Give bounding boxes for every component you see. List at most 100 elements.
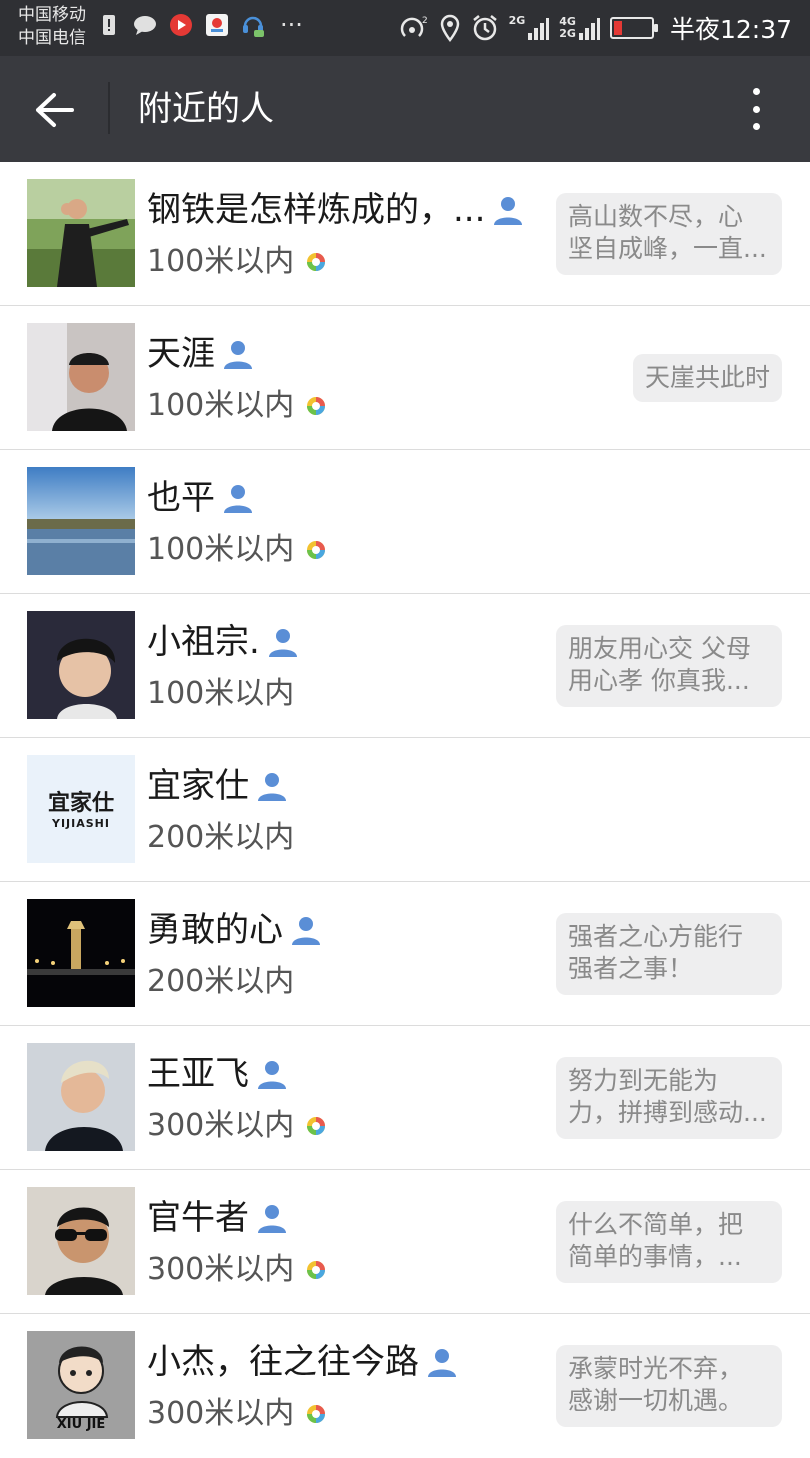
signature-line: 承蒙时光不弃， — [568, 1354, 744, 1383]
person-name: 王亚飞 — [147, 1054, 249, 1094]
distance: 300米以内 — [147, 1252, 295, 1287]
avatar — [27, 467, 135, 575]
moments-icon — [307, 397, 326, 415]
signature-line: 朋友用心交 父母 — [568, 634, 751, 663]
clock: 半夜12:37 — [669, 15, 792, 44]
avatar-caption: XIU JIE — [56, 1417, 106, 1432]
avatar: 宜家仕 YIJIASHI — [27, 755, 135, 863]
signature-line: 什么不简单，把 — [568, 1210, 744, 1239]
name-row: 勇敢的心 — [147, 908, 323, 952]
app-bar: 附近的人 — [0, 56, 810, 162]
moments-icon — [307, 1405, 326, 1423]
user-icon — [494, 197, 523, 225]
signature-bubble: 强者之心方能行 强者之事！ — [556, 913, 782, 995]
carrier-labels: 中国移动 中国电信 — [18, 4, 86, 50]
page-title: 附近的人 — [138, 89, 274, 129]
signature-bubble: 努力到无能为 力，拼搏到感动... — [556, 1057, 782, 1139]
dot-icon — [752, 123, 760, 130]
distance-row: 100米以内 — [147, 674, 294, 714]
map-app-icon — [206, 14, 228, 36]
signature-line: 天崖共此时 — [644, 363, 770, 392]
svg-text:2: 2 — [422, 16, 428, 26]
list-item[interactable]: 宜家仕 YIJIASHI 宜家仕 200米以内 — [0, 738, 810, 882]
list-item[interactable]: 王亚飞 300米以内 努力到无能为 力，拼搏到感动... — [0, 1026, 810, 1170]
status-bar: 中国移动 中国电信 ··· 2 2G 4G 2G 半夜12:37 — [0, 0, 810, 56]
dot-icon — [752, 88, 760, 95]
battery-icon — [609, 17, 658, 39]
location-icon — [440, 14, 459, 42]
name-row: 也平 — [147, 476, 255, 520]
logo-subtext: YIJIASHI — [52, 817, 110, 830]
avatar — [27, 179, 135, 287]
moments-icon — [307, 1261, 326, 1279]
network-label-3: 2G — [559, 27, 576, 40]
user-icon — [258, 1061, 286, 1089]
list-item[interactable]: 钢铁是怎样炼成的，... 100米以内 高山数不尽，心 坚自成峰，一直... — [0, 162, 810, 306]
distance-row: 100米以内 — [147, 530, 326, 570]
signature-line: 用心孝 你真我... — [568, 666, 750, 695]
distance: 100米以内 — [147, 244, 295, 279]
user-icon — [258, 1205, 286, 1233]
name-row: 宜家仕 — [147, 764, 289, 808]
hotspot-icon: 2 — [400, 16, 428, 37]
moments-icon — [307, 253, 326, 271]
person-name: 钢铁是怎样炼成的，... — [147, 190, 486, 230]
name-row: 官牛者 — [147, 1196, 289, 1240]
signature-bubble: 承蒙时光不弃， 感谢一切机遇。 — [556, 1345, 782, 1427]
network-label-1: 2G — [508, 14, 526, 27]
list-item[interactable]: 也平 100米以内 — [0, 450, 810, 594]
alert-icon — [103, 15, 115, 35]
distance: 300米以内 — [147, 1396, 295, 1431]
signature-line: 简单的事情，... — [568, 1242, 742, 1271]
user-icon — [428, 1349, 456, 1377]
signature-bubble: 什么不简单，把 简单的事情，... — [556, 1201, 782, 1283]
list-item[interactable]: 小祖宗. 100米以内 朋友用心交 父母 用心孝 你真我... — [0, 594, 810, 738]
headset-icon — [243, 16, 264, 37]
name-row: 小祖宗. — [147, 620, 300, 664]
avatar — [27, 611, 135, 719]
distance-row: 200米以内 — [147, 962, 294, 1002]
list-item[interactable]: 勇敢的心 200米以内 强者之心方能行 强者之事！ — [0, 882, 810, 1026]
distance: 300米以内 — [147, 1108, 295, 1143]
arrow-left-icon — [36, 93, 74, 127]
back-button[interactable] — [22, 82, 86, 138]
signature-line: 力，拼搏到感动... — [568, 1098, 767, 1127]
distance-row: 200米以内 — [147, 818, 294, 858]
avatar: XIU JIE — [27, 1331, 135, 1439]
distance: 200米以内 — [147, 964, 295, 999]
list-item[interactable]: 官牛者 300米以内 什么不简单，把 简单的事情，... — [0, 1170, 810, 1314]
more-options-button[interactable] — [734, 84, 778, 134]
alarm-icon — [472, 15, 497, 41]
more-notifications-icon: ··· — [280, 11, 303, 39]
user-icon — [268, 629, 297, 657]
distance-row: 300米以内 — [147, 1394, 326, 1434]
signature-line: 坚自成峰，一直... — [568, 234, 767, 263]
user-icon — [224, 485, 252, 513]
distance: 100米以内 — [147, 532, 295, 567]
signature-bubble: 天崖共此时 — [632, 354, 782, 402]
list-item[interactable]: XIU JIE 小杰，往之往今路 300米以内 承蒙时光不弃， 感谢一切机遇。 — [0, 1314, 810, 1458]
name-row: 王亚飞 — [147, 1052, 289, 1096]
system-icons: 2 2G 4G 2G 半夜12:37 — [399, 8, 792, 48]
chat-icon — [134, 16, 156, 35]
distance-row: 300米以内 — [147, 1250, 326, 1290]
signal-2g-icon: 2G — [509, 15, 550, 41]
user-icon — [224, 341, 252, 369]
user-icon — [292, 917, 320, 945]
name-row: 小杰，往之往今路 — [147, 1340, 459, 1384]
app-bar-divider — [108, 82, 110, 134]
person-name: 天涯 — [147, 334, 215, 374]
avatar — [27, 323, 135, 431]
distance: 100米以内 — [147, 676, 295, 711]
list-item[interactable]: 天涯 100米以内 天崖共此时 — [0, 306, 810, 450]
distance-row: 100米以内 — [147, 386, 326, 426]
avatar — [27, 1187, 135, 1295]
notification-icons: ··· — [96, 12, 303, 38]
name-row: 天涯 — [147, 332, 255, 376]
signature-bubble: 高山数不尽，心 坚自成峰，一直... — [556, 193, 782, 275]
user-icon — [258, 773, 286, 801]
moments-icon — [307, 1117, 326, 1135]
distance: 100米以内 — [147, 388, 295, 423]
distance-row: 300米以内 — [147, 1106, 326, 1146]
signature-line: 强者之事！ — [568, 954, 694, 983]
